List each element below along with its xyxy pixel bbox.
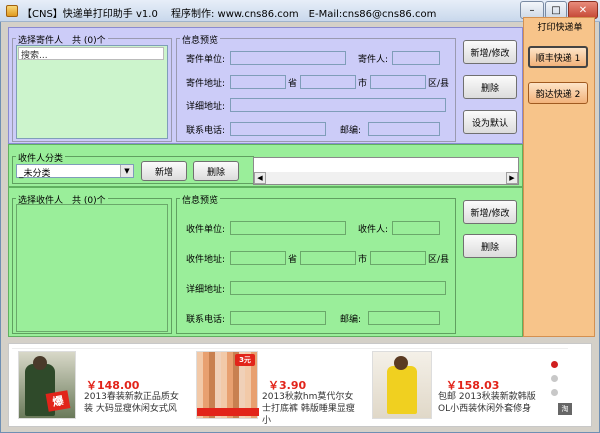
receiver-delete-button[interactable]: 删除 <box>463 234 517 258</box>
sender-zip-label: 邮编: <box>340 126 362 136</box>
ad-desc-1[interactable]: 2013春装新款正品质女装 大码显瘦休闲女式风 <box>84 391 180 415</box>
sender-city-unit: 市 <box>358 79 368 89</box>
category-add-button[interactable]: 新增 <box>141 161 187 181</box>
ad-image-3[interactable] <box>372 351 432 419</box>
sender-province-unit: 省 <box>288 79 298 89</box>
ad-pager-dot-2[interactable] <box>551 375 558 382</box>
receiver-list[interactable] <box>16 204 168 332</box>
sender-district-field[interactable] <box>370 75 426 89</box>
receiver-province-unit: 省 <box>288 255 298 265</box>
category-select-value: _未分类 <box>19 169 51 179</box>
sender-add-edit-button[interactable]: 新增/修改 <box>463 40 517 64</box>
sender-province-field[interactable] <box>230 75 286 89</box>
chevron-down-icon[interactable]: ▼ <box>120 165 133 177</box>
receiver-person-label: 收件人: <box>358 225 389 235</box>
sender-address-label: 寄件地址: <box>186 79 226 89</box>
sender-city-field[interactable] <box>300 75 356 89</box>
receiver-person-field[interactable] <box>392 221 440 235</box>
receiver-district-unit: 区/县 <box>428 255 450 265</box>
receiver-detail-field[interactable] <box>230 281 446 295</box>
scroll-left-icon[interactable]: ◀ <box>254 172 266 184</box>
ad-pager-dot-1[interactable] <box>551 361 558 368</box>
receiver-preview-label: 信息预览 <box>180 193 221 206</box>
ad-image-1[interactable]: 爆 <box>18 351 76 419</box>
sender-zip-field[interactable] <box>368 122 440 136</box>
sender-phone-label: 联系电话: <box>186 126 226 136</box>
receiver-city-unit: 市 <box>358 255 368 265</box>
taobao-icon[interactable]: 淘 <box>558 403 572 415</box>
ad-desc-3[interactable]: 包邮 2013秋装新款韩版OL小西装休闲外套修身 <box>438 391 536 415</box>
sender-phone-field[interactable] <box>230 122 326 136</box>
category-delete-button[interactable]: 删除 <box>193 161 239 181</box>
receiver-phone-label: 联系电话: <box>186 315 226 325</box>
category-select[interactable]: _未分类 ▼ <box>16 164 134 179</box>
sender-detail-label: 详细地址: <box>186 102 226 112</box>
print-shunfeng-button[interactable]: 顺丰快递 1 <box>528 46 588 68</box>
print-yunda-button[interactable]: 韵达快递 2 <box>528 82 588 104</box>
side-panel-title: 打印快递单 <box>537 23 583 33</box>
receiver-district-field[interactable] <box>370 251 426 265</box>
sender-set-default-button[interactable]: 设为默认 <box>463 110 517 134</box>
sender-company-label: 寄件单位: <box>186 55 226 65</box>
price-badge: 3元 <box>235 354 255 366</box>
window-title: 【CNS】快递单打印助手 v1.0 程序制作: www.cns86.com E-… <box>22 9 437 20</box>
receiver-address-label: 收件地址: <box>186 255 226 265</box>
sender-search-input[interactable]: 搜索... <box>18 47 164 61</box>
receiver-add-edit-button[interactable]: 新增/修改 <box>463 200 517 224</box>
receiver-zip-field[interactable] <box>368 311 440 325</box>
ad-desc-2[interactable]: 2013秋款hm莫代尔女士打底裤 韩版睡果显瘦小 <box>262 391 362 427</box>
horizontal-scrollbar[interactable] <box>254 172 518 184</box>
sender-district-unit: 区/县 <box>428 79 450 89</box>
receiver-city-field[interactable] <box>300 251 356 265</box>
ad-divider <box>12 348 568 349</box>
receiver-phone-field[interactable] <box>230 311 326 325</box>
sender-company-field[interactable] <box>230 51 346 65</box>
receiver-company-label: 收件单位: <box>186 225 226 235</box>
sender-preview-label: 信息预览 <box>180 33 221 46</box>
receiver-zip-label: 邮编: <box>340 315 362 325</box>
scroll-right-icon[interactable]: ▶ <box>506 172 518 184</box>
ad-pager-dot-3[interactable] <box>551 389 558 396</box>
app-icon <box>6 5 18 17</box>
sender-delete-button[interactable]: 删除 <box>463 75 517 99</box>
category-label: 收件人分类 <box>16 151 66 164</box>
ad-image-2[interactable]: 3元 <box>196 351 259 419</box>
receiver-detail-label: 详细地址: <box>186 285 226 295</box>
hot-badge: 爆 <box>45 390 71 412</box>
sender-person-label: 寄件人: <box>358 55 389 65</box>
sender-detail-field[interactable] <box>230 98 446 112</box>
receiver-province-field[interactable] <box>230 251 286 265</box>
receiver-company-field[interactable] <box>230 221 346 235</box>
sender-person-field[interactable] <box>392 51 440 65</box>
